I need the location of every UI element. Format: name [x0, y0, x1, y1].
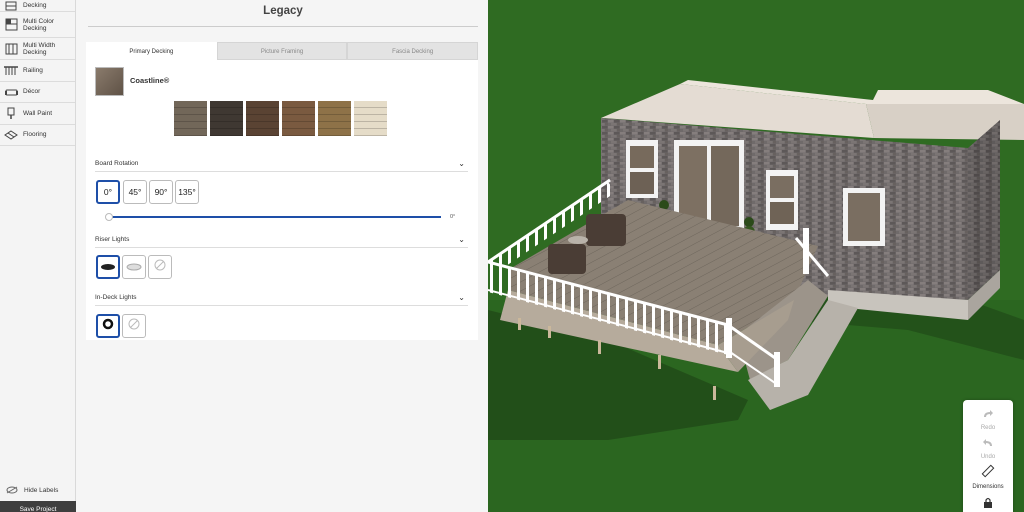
sidebar-item-label: Flooring	[23, 131, 47, 139]
color-swatch[interactable]	[246, 101, 279, 136]
in-deck-light-black-button[interactable]	[96, 314, 120, 338]
in-deck-lights-header[interactable]: In-Deck Lights ⌄	[95, 292, 468, 306]
riser-light-white-button[interactable]	[122, 255, 146, 279]
product-name: Coastline®	[130, 76, 170, 85]
3d-viewport[interactable]	[488, 0, 1024, 512]
color-swatches	[174, 101, 390, 136]
sidebar-item-decking[interactable]: Decking	[0, 0, 75, 12]
multi-width-decking-icon	[4, 42, 18, 56]
deck-house-render	[488, 0, 1024, 512]
rotation-135-button[interactable]: 135°	[175, 180, 199, 204]
color-swatch[interactable]	[354, 101, 387, 136]
color-swatch[interactable]	[318, 101, 351, 136]
color-swatch[interactable]	[210, 101, 243, 136]
rotation-slider-value: 0°	[450, 214, 456, 220]
none-icon	[154, 258, 166, 276]
ruler-icon	[981, 464, 995, 482]
sidebar-item-label: Decking	[23, 2, 47, 9]
chevron-down-icon: ⌄	[458, 235, 465, 244]
eye-slash-icon	[6, 481, 18, 499]
railing-icon	[4, 63, 18, 77]
hide-labels-label: Hide Labels	[24, 486, 59, 494]
decking-icon	[4, 0, 18, 13]
color-swatch[interactable]	[174, 101, 207, 136]
rotation-45-button[interactable]: 45°	[123, 180, 147, 204]
in-deck-light-none-button[interactable]	[122, 314, 146, 338]
sidebar-item-label: Multi Color Decking	[23, 17, 55, 32]
board-rotation-header[interactable]: Board Rotation ⌄	[95, 158, 468, 172]
multi-color-decking-icon	[4, 18, 18, 32]
black-light-icon	[100, 258, 116, 276]
dimensions-label: Dimensions	[972, 484, 1004, 490]
sidebar-item-decor[interactable]: Décor	[0, 82, 75, 103]
chevron-down-icon: ⌄	[458, 293, 465, 302]
sidebar-item-multi-color-decking[interactable]: Multi Color Decking	[0, 12, 75, 38]
dimensions-button[interactable]: Dimensions	[963, 464, 1013, 490]
undo-label: Undo	[980, 454, 996, 460]
lock-icon	[983, 496, 993, 512]
sidebar: Decking Multi Color Decking Multi Width …	[0, 0, 76, 512]
sidebar-item-label: Multi Width Decking	[23, 41, 56, 56]
in-deck-lights-label: In-Deck Lights	[95, 294, 137, 301]
riser-lights-header[interactable]: Riser Lights ⌄	[95, 234, 468, 248]
tab-fascia-decking[interactable]: Fascia Decking	[347, 42, 479, 60]
view-toolbar: Redo Undo Dimensions	[963, 400, 1013, 512]
white-light-icon	[126, 258, 142, 276]
hide-labels-toggle[interactable]: Hide Labels	[0, 480, 76, 500]
sidebar-item-label: Wall Paint	[23, 109, 53, 117]
riser-light-black-button[interactable]	[96, 255, 120, 279]
redo-icon	[982, 406, 994, 423]
tab-picture-framing[interactable]: Picture Framing	[216, 42, 348, 60]
sidebar-item-wall-paint[interactable]: Wall Paint	[0, 103, 75, 125]
rotation-90-button[interactable]: 90°	[149, 180, 173, 204]
sidebar-item-label: Décor	[23, 88, 41, 96]
wall-paint-icon	[4, 106, 18, 120]
sidebar-item-label: Railing	[23, 66, 43, 74]
sidebar-item-flooring[interactable]: Flooring	[0, 125, 75, 146]
color-swatch[interactable]	[282, 101, 315, 136]
riser-light-none-button[interactable]	[148, 255, 172, 279]
tab-primary-decking[interactable]: Primary Decking	[86, 42, 217, 60]
flooring-icon	[4, 128, 18, 142]
rotation-slider-handle[interactable]	[105, 213, 113, 221]
rotation-0-button[interactable]: 0°	[96, 180, 120, 204]
product-thumbnail	[95, 67, 124, 96]
save-project-button[interactable]: Save Project	[0, 501, 76, 512]
options-panel: Legacy Primary Decking Picture Framing F…	[76, 0, 488, 512]
sidebar-item-railing[interactable]: Railing	[0, 60, 75, 82]
options-card: Primary Decking Picture Framing Fascia D…	[86, 42, 479, 340]
board-rotation-label: Board Rotation	[95, 160, 139, 167]
none-icon	[128, 317, 140, 335]
ring-light-icon	[102, 317, 114, 335]
tab-bar: Primary Decking Picture Framing Fascia D…	[86, 42, 479, 60]
sidebar-item-multi-width-decking[interactable]: Multi Width Decking	[0, 38, 75, 60]
undo-icon	[982, 435, 994, 452]
page-title: Legacy	[88, 0, 478, 27]
lock-button[interactable]	[963, 496, 1013, 512]
rotation-slider-track[interactable]	[110, 216, 441, 218]
chevron-down-icon: ⌄	[458, 159, 465, 168]
riser-lights-label: Riser Lights	[95, 236, 130, 243]
decor-icon	[4, 85, 18, 99]
undo-button[interactable]: Undo	[963, 435, 1013, 460]
redo-label: Redo	[980, 425, 996, 431]
redo-button[interactable]: Redo	[963, 406, 1013, 431]
